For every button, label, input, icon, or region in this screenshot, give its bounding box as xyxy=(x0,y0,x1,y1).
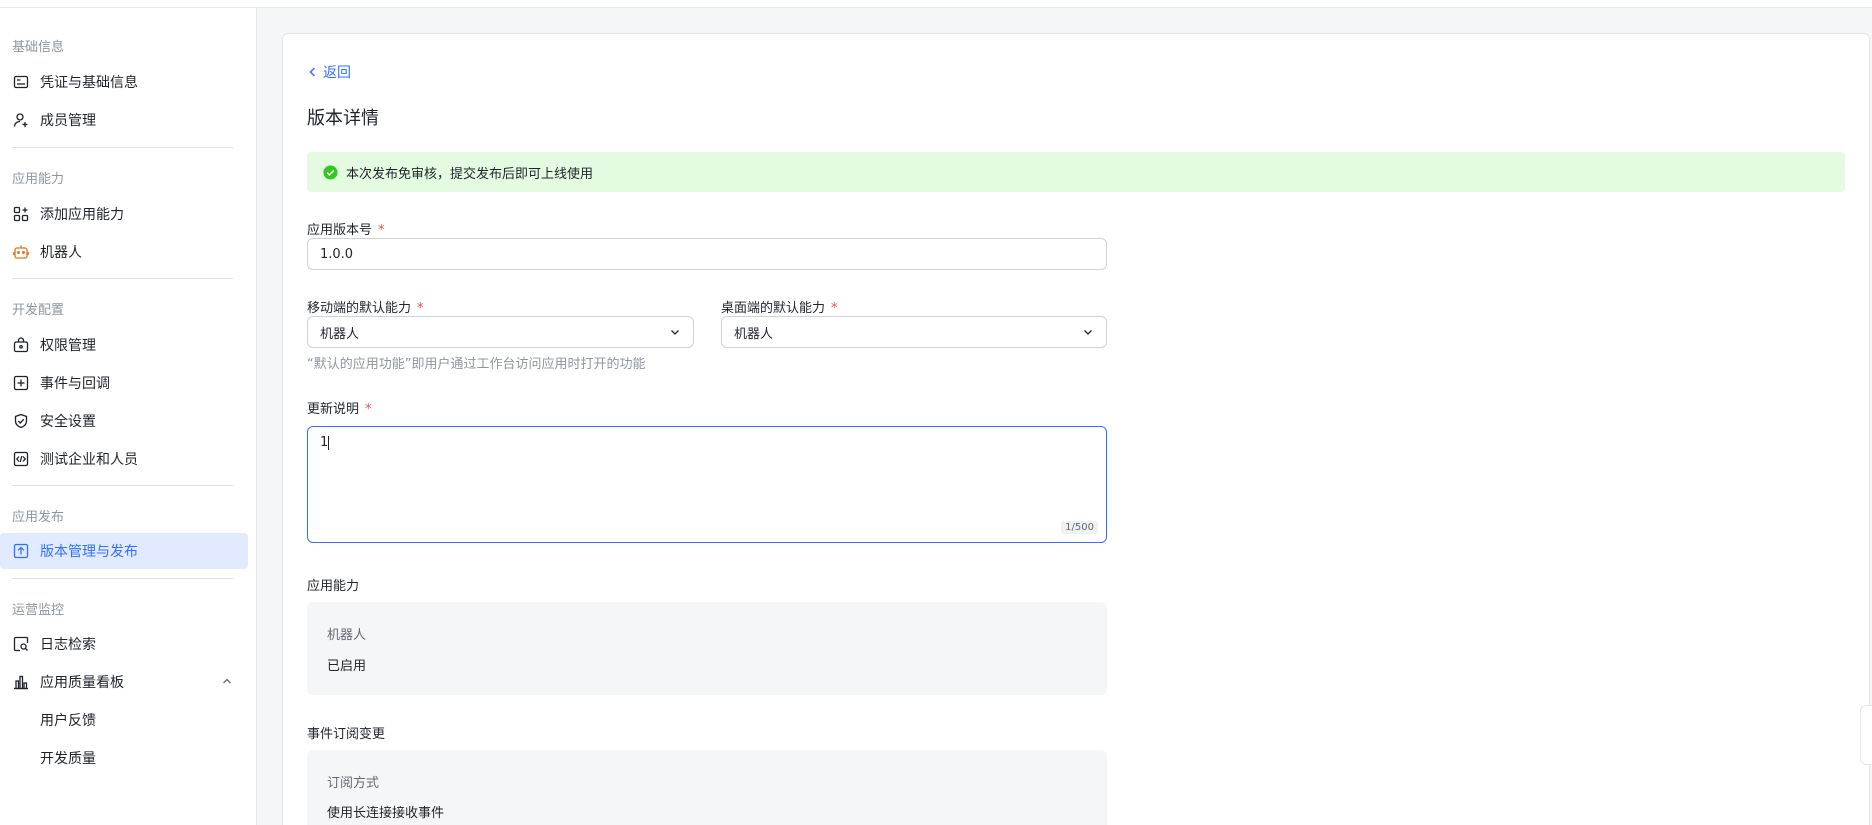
divider xyxy=(12,147,233,148)
section-title-app-capabilities: 应用能力 xyxy=(12,172,65,187)
lock-briefcase-icon xyxy=(12,336,30,354)
sidebar-item-test-orgs[interactable]: 测试企业和人员 xyxy=(0,441,248,477)
char-counter: 1/500 xyxy=(1061,521,1098,534)
credential-icon xyxy=(12,73,30,91)
sidebar-item-label: 权限管理 xyxy=(40,338,96,354)
desktop-default-select[interactable]: 机器人 xyxy=(721,316,1107,348)
mobile-default-select[interactable]: 机器人 xyxy=(307,316,694,348)
sidebar-item-label: 用户反馈 xyxy=(40,713,96,729)
subscription-method-value: 使用长连接接收事件 xyxy=(327,806,445,821)
mobile-default-label: 移动端的默认能力 * xyxy=(307,297,424,316)
version-detail-card: 返回 版本详情 本次发布免审核，提交发布后即可上线使用 应用版本号 * 1.0.0… xyxy=(282,33,1870,825)
success-alert: 本次发布免审核，提交发布后即可上线使用 xyxy=(307,152,1845,192)
text-caret xyxy=(328,435,330,450)
capability-name: 机器人 xyxy=(327,628,367,643)
events-heading: 事件订阅变更 xyxy=(307,727,386,742)
add-member-icon xyxy=(12,111,30,129)
sidebar-item-label: 版本管理与发布 xyxy=(40,544,138,560)
shield-icon xyxy=(12,412,30,430)
required-mark: * xyxy=(417,301,424,316)
mobile-default-value: 机器人 xyxy=(320,326,360,342)
section-title-dev-config: 开发配置 xyxy=(12,303,65,318)
section-title-ops-monitor: 运营监控 xyxy=(12,603,65,618)
sidebar-item-log-search[interactable]: 日志检索 xyxy=(0,626,248,662)
sidebar-item-label: 添加应用能力 xyxy=(40,207,124,223)
update-notes-textarea[interactable]: 1 1/500 xyxy=(307,426,1107,543)
sidebar-item-add-capability[interactable]: 添加应用能力 xyxy=(0,196,248,232)
top-bar xyxy=(0,0,1872,8)
chevron-left-icon xyxy=(309,67,316,77)
sidebar-item-dev-quality[interactable]: 开发质量 xyxy=(0,740,248,776)
sidebar-item-members[interactable]: 成员管理 xyxy=(0,102,248,138)
alert-text: 本次发布免审核，提交发布后即可上线使用 xyxy=(346,166,594,182)
mobile-default-label-text: 移动端的默认能力 xyxy=(307,301,412,316)
update-notes-label-text: 更新说明 xyxy=(307,402,360,417)
update-notes-value: 1 xyxy=(320,435,329,450)
capabilities-box: 机器人 已启用 xyxy=(307,602,1107,695)
default-capability-hint: “默认的应用功能”即用户通过工作台访问应用时打开的功能 xyxy=(307,357,646,372)
sidebar-item-robot[interactable]: 机器人 xyxy=(0,234,248,270)
upload-icon xyxy=(12,542,30,560)
sidebar-item-label: 事件与回调 xyxy=(40,376,110,392)
bar-chart-icon xyxy=(12,673,30,691)
chevron-up-icon[interactable] xyxy=(220,674,234,688)
page-title: 版本详情 xyxy=(307,108,379,129)
section-title-basic-info: 基础信息 xyxy=(12,40,65,55)
sidebar-item-version-release[interactable]: 版本管理与发布 xyxy=(0,533,248,569)
chevron-down-icon xyxy=(671,330,679,335)
log-search-icon xyxy=(12,635,30,653)
sidebar-item-events[interactable]: 事件与回调 xyxy=(0,365,248,401)
version-label: 应用版本号 * xyxy=(307,219,385,238)
required-mark: * xyxy=(365,402,372,417)
sidebar-item-user-feedback[interactable]: 用户反馈 xyxy=(0,702,248,738)
sidebar-item-permissions[interactable]: 权限管理 xyxy=(0,327,248,363)
capabilities-heading: 应用能力 xyxy=(307,579,360,594)
divider xyxy=(12,485,233,486)
sidebar-item-label: 成员管理 xyxy=(40,113,96,129)
sidebar-item-label: 凭证与基础信息 xyxy=(40,75,138,91)
side-drawer-handle[interactable] xyxy=(1860,705,1872,765)
sidebar: 基础信息 凭证与基础信息 成员管理 应用能力 添加应用能力 机器人 开发配置 权… xyxy=(0,8,257,825)
sidebar-item-label: 测试企业和人员 xyxy=(40,452,138,468)
required-mark: * xyxy=(831,301,838,316)
desktop-default-value: 机器人 xyxy=(734,326,774,342)
sidebar-item-label: 日志检索 xyxy=(40,637,96,653)
divider xyxy=(12,578,233,579)
required-mark: * xyxy=(378,223,385,238)
code-icon xyxy=(12,450,30,468)
sidebar-item-quality-board[interactable]: 应用质量看板 xyxy=(0,664,248,700)
subscription-method-label: 订阅方式 xyxy=(327,776,380,791)
event-icon xyxy=(12,374,30,392)
version-input[interactable]: 1.0.0 xyxy=(307,238,1107,270)
version-value: 1.0.0 xyxy=(320,246,354,262)
version-label-text: 应用版本号 xyxy=(307,223,373,238)
update-notes-label: 更新说明 * xyxy=(307,398,372,417)
sidebar-item-security[interactable]: 安全设置 xyxy=(0,403,248,439)
sidebar-item-credentials[interactable]: 凭证与基础信息 xyxy=(0,64,248,100)
robot-icon xyxy=(12,243,30,261)
desktop-default-label: 桌面端的默认能力 * xyxy=(721,297,838,316)
sidebar-item-label: 安全设置 xyxy=(40,414,96,430)
back-link[interactable]: 返回 xyxy=(307,62,351,82)
desktop-default-label-text: 桌面端的默认能力 xyxy=(721,301,826,316)
sidebar-item-label: 机器人 xyxy=(40,245,82,261)
apps-grid-icon xyxy=(12,205,30,223)
sidebar-item-label: 开发质量 xyxy=(40,751,96,767)
capability-status: 已启用 xyxy=(327,659,367,674)
check-circle-icon xyxy=(323,164,338,180)
sidebar-item-label: 应用质量看板 xyxy=(40,675,124,691)
events-box: 订阅方式 使用长连接接收事件 xyxy=(307,750,1107,825)
back-label: 返回 xyxy=(323,65,351,81)
divider xyxy=(12,278,233,279)
chevron-down-icon xyxy=(1084,330,1092,335)
section-title-app-release: 应用发布 xyxy=(12,510,65,525)
